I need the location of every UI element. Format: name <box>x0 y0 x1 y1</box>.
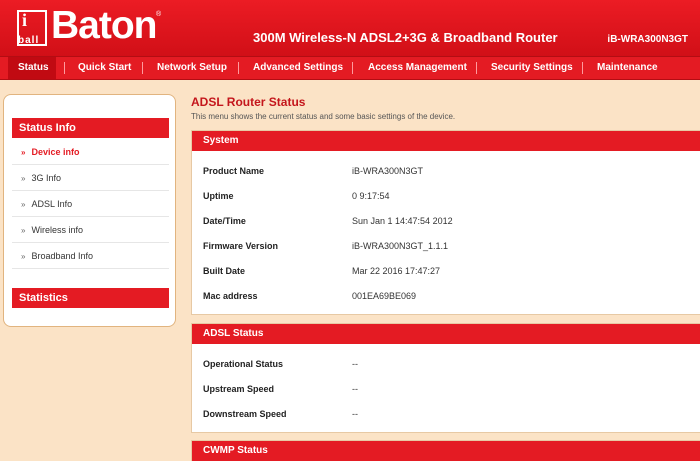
page-title: ADSL Router Status <box>191 95 306 109</box>
iball-logo: i ball <box>17 10 47 46</box>
row-value: Mar 22 2016 17:47:27 <box>352 266 441 276</box>
nav-item-network-setup[interactable]: Network Setup <box>157 57 227 79</box>
sidebar-item-label: Wireless info <box>31 225 83 235</box>
nav-item-quick-start[interactable]: Quick Start <box>78 57 131 79</box>
row-label: Firmware Version <box>203 241 279 251</box>
bullet-icon: » <box>21 226 26 235</box>
sidebar: Status Info » Device info » 3G Info » ADSL … <box>3 94 176 327</box>
nav-separator <box>582 62 583 74</box>
system-section: System Product Name iB-WRA300N3GT Uptime… <box>191 130 700 315</box>
nav-item-security-settings[interactable]: Security Settings <box>491 57 573 79</box>
nav-item-access-management[interactable]: Access Management <box>368 57 467 79</box>
logo-i-letter: i <box>22 10 28 30</box>
row-label: Built Date <box>203 266 246 276</box>
nav-separator <box>476 62 477 74</box>
bullet-icon: » <box>21 252 26 261</box>
nav-item-advanced-settings[interactable]: Advanced Settings <box>253 57 343 79</box>
sidebar-item-3g-info[interactable]: » 3G Info <box>12 165 169 191</box>
logo-brand-text: Baton <box>51 4 157 47</box>
bullet-icon: » <box>21 148 26 157</box>
sidebar-item-device-info[interactable]: » Device info <box>12 139 169 165</box>
row-value: -- <box>352 384 358 394</box>
bullet-icon: » <box>21 200 26 209</box>
sidebar-item-broadband-info[interactable]: » Broadband Info <box>12 243 169 269</box>
registered-mark: ® <box>156 11 162 18</box>
product-title: 300M Wireless-N ADSL2+3G & Broadband Rou… <box>253 30 558 45</box>
nav-separator <box>64 62 65 74</box>
row-label: Mac address <box>203 291 258 301</box>
nav-item-maintenance[interactable]: Maintenance <box>597 57 658 79</box>
row-value: iB-WRA300N3GT <box>352 166 424 176</box>
page-description: This menu shows the current status and s… <box>191 112 456 121</box>
row-value: Sun Jan 1 14:47:54 2012 <box>352 216 453 226</box>
cwmp-status-section: CWMP Status <box>191 440 700 461</box>
row-label: Downstream Speed <box>203 409 287 419</box>
logo-ball-text: ball <box>18 35 40 46</box>
sidebar-item-wireless-info[interactable]: » Wireless info <box>12 217 169 243</box>
row-value: -- <box>352 409 358 419</box>
nav-separator <box>142 62 143 74</box>
row-label: Operational Status <box>203 359 284 369</box>
nav-item-status[interactable]: Status <box>18 57 49 79</box>
header-bar: i ball Baton ® 300M Wireless-N ADSL2+3G … <box>0 0 700 56</box>
row-label: Uptime <box>203 191 234 201</box>
sidebar-item-label: Device info <box>31 147 80 157</box>
nav-separator <box>352 62 353 74</box>
sidebar-item-adsl-info[interactable]: » ADSL Info <box>12 191 169 217</box>
adsl-section-header: ADSL Status <box>192 324 700 344</box>
sidebar-header-status-info[interactable]: Status Info <box>12 118 169 138</box>
system-section-header: System <box>192 131 700 151</box>
main-nav: Status Quick Start Network Setup Advance… <box>0 56 700 80</box>
row-value: -- <box>352 359 358 369</box>
row-label: Date/Time <box>203 216 246 226</box>
row-label: Product Name <box>203 166 265 176</box>
sidebar-item-label: Broadband Info <box>31 251 94 261</box>
model-name: iB-WRA300N3GT <box>607 34 688 45</box>
row-label: Upstream Speed <box>203 384 275 394</box>
sidebar-item-label: ADSL Info <box>31 199 73 209</box>
adsl-status-section: ADSL Status Operational Status -- Upstre… <box>191 323 700 433</box>
bullet-icon: » <box>21 174 26 183</box>
nav-separator <box>238 62 239 74</box>
row-value: iB-WRA300N3GT_1.1.1 <box>352 241 449 251</box>
cwmp-section-header: CWMP Status <box>192 441 700 461</box>
sidebar-header-statistics[interactable]: Statistics <box>12 288 169 308</box>
sidebar-item-label: 3G Info <box>31 173 61 183</box>
row-value: 001EA69BE069 <box>352 291 417 301</box>
row-value: 0 9:17:54 <box>352 191 390 201</box>
